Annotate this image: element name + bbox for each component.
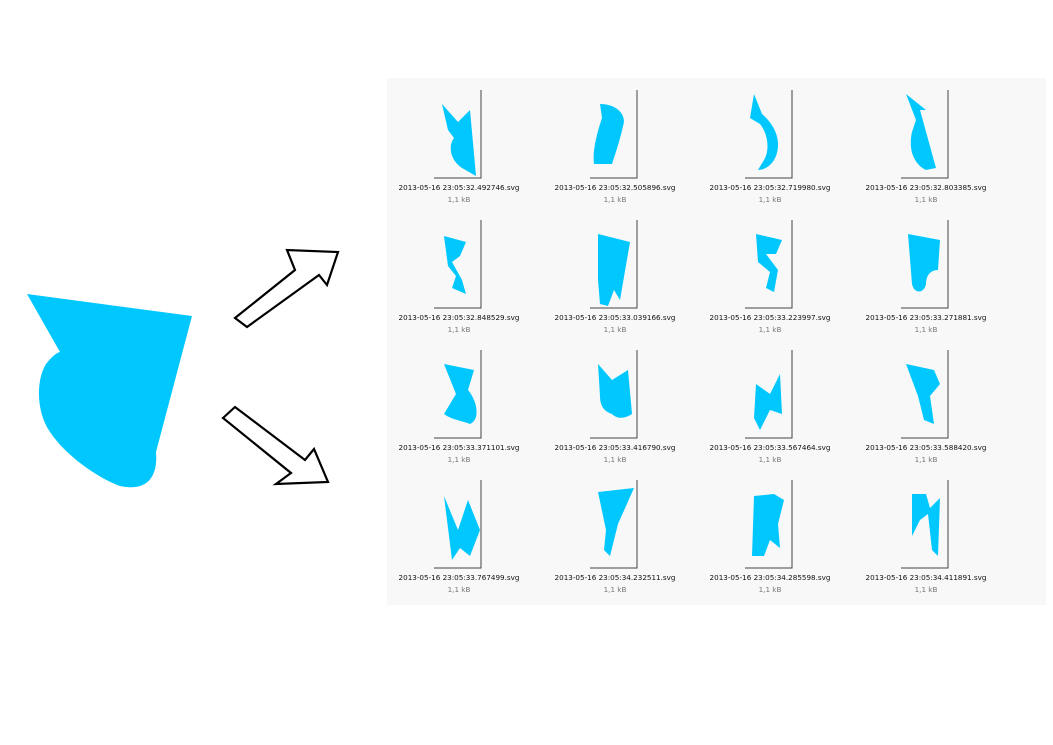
file-size: 1,1 kB (915, 585, 938, 594)
file-name: 2013-05-16 23:05:33.416790.svg (555, 443, 676, 452)
file-size: 1,1 kB (448, 325, 471, 334)
file-grid-panel (387, 78, 1046, 605)
file-name: 2013-05-16 23:05:33.567464.svg (710, 443, 831, 452)
file-name: 2013-05-16 23:05:33.767499.svg (399, 573, 520, 582)
file-name: 2013-05-16 23:05:33.223997.svg (710, 313, 831, 322)
arrow-up-right (233, 248, 340, 329)
file-size: 1,1 kB (759, 585, 782, 594)
file-name: 2013-05-16 23:05:32.848529.svg (399, 313, 520, 322)
source-shape (27, 294, 192, 488)
file-size: 1,1 kB (604, 455, 627, 464)
file-size: 1,1 kB (915, 455, 938, 464)
file-name: 2013-05-16 23:05:34.232511.svg (555, 573, 676, 582)
file-name: 2013-05-16 23:05:33.039166.svg (555, 313, 676, 322)
file-name: 2013-05-16 23:05:33.371101.svg (399, 443, 520, 452)
file-size: 1,1 kB (915, 325, 938, 334)
file-size: 1,1 kB (448, 585, 471, 594)
file-size: 1,1 kB (759, 455, 782, 464)
file-name: 2013-05-16 23:05:32.719980.svg (710, 183, 831, 192)
file-size: 1,1 kB (448, 455, 471, 464)
file-name: 2013-05-16 23:05:33.271881.svg (866, 313, 987, 322)
file-name: 2013-05-16 23:05:34.411891.svg (866, 573, 987, 582)
diagram: 2013-05-16 23:05:32.492746.svg 1,1 kB 2013… (27, 78, 1046, 605)
file-name: 2013-05-16 23:05:34.285598.svg (710, 573, 831, 582)
file-name: 2013-05-16 23:05:33.588420.svg (866, 443, 987, 452)
file-name: 2013-05-16 23:05:32.803385.svg (866, 183, 987, 192)
file-size: 1,1 kB (448, 195, 471, 204)
file-size: 1,1 kB (759, 325, 782, 334)
file-size: 1,1 kB (604, 325, 627, 334)
file-size: 1,1 kB (604, 195, 627, 204)
file-size: 1,1 kB (915, 195, 938, 204)
file-size: 1,1 kB (759, 195, 782, 204)
arrow-down-right (221, 405, 330, 486)
file-name: 2013-05-16 23:05:32.492746.svg (399, 183, 520, 192)
file-name: 2013-05-16 23:05:32.505896.svg (555, 183, 676, 192)
file-size: 1,1 kB (604, 585, 627, 594)
